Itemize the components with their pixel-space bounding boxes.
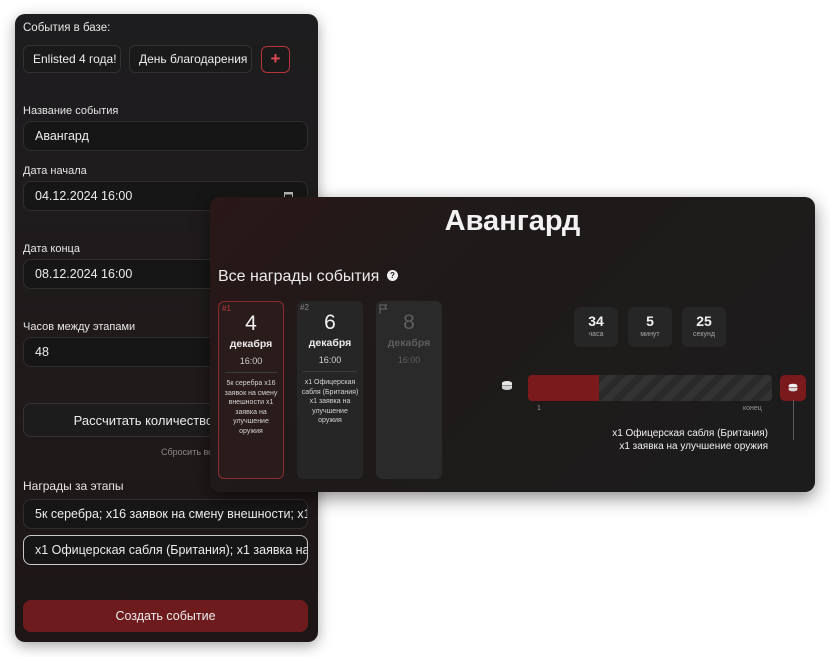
start-date-label: Дата начала xyxy=(23,165,87,177)
stage-rewards: 5к серебра x16 заявок на смену внешности… xyxy=(224,380,278,435)
stage-rewards: x1 Офицерская сабля (Британия) x1 заявка… xyxy=(301,379,359,425)
event-chip-thanksgiving[interactable]: День благодарения xyxy=(129,45,252,73)
stage-month: декабря xyxy=(229,338,273,350)
event-name-input[interactable]: Авангард xyxy=(23,121,308,151)
create-event-button[interactable]: Создать событие xyxy=(23,600,308,632)
event-preview-panel: Авангард Все награды события ? #1 4 дека… xyxy=(210,197,815,492)
countdown-seconds-value: 25 xyxy=(696,313,712,329)
event-chip-enlisted[interactable]: Enlisted 4 года! xyxy=(23,45,121,73)
tooltip-line-2: x1 заявка на улучшение оружия xyxy=(619,441,768,452)
countdown-hours-unit: часа xyxy=(588,331,604,338)
stage-card-1[interactable]: #1 4 декабря 16:00 5к серебра x16 заявок… xyxy=(218,301,284,479)
help-icon[interactable]: ? xyxy=(387,270,398,281)
countdown-minutes-value: 5 xyxy=(646,313,654,329)
progress-start-label: 1 xyxy=(537,405,541,412)
add-event-button[interactable]: + xyxy=(261,46,290,73)
stage-month: декабря xyxy=(308,337,352,349)
coins-icon xyxy=(502,381,512,390)
stage-progress-bar xyxy=(528,375,772,401)
stage-number: #1 xyxy=(222,304,231,313)
flag-icon xyxy=(379,304,388,314)
countdown-seconds: 25 секунд xyxy=(682,307,726,347)
countdown-hours-value: 34 xyxy=(588,313,604,329)
event-title: Авангард xyxy=(444,205,581,237)
events-in-db-label: События в базе: xyxy=(23,22,111,34)
stage-day: 4 xyxy=(245,312,257,335)
end-date-label: Дата конца xyxy=(23,243,80,255)
all-rewards-heading: Все награды события xyxy=(218,268,380,285)
stage-rewards-label: Награды за этапы xyxy=(23,479,124,493)
countdown-minutes: 5 минут xyxy=(628,307,672,347)
stage-card-2[interactable]: #2 6 декабря 16:00 x1 Офицерская сабля (… xyxy=(297,301,363,479)
stage-month: декабря xyxy=(387,337,431,349)
stage-day: 8 xyxy=(403,311,415,334)
coins-icon xyxy=(788,383,798,392)
countdown-minutes-unit: минут xyxy=(640,331,660,338)
final-reward-button[interactable] xyxy=(780,375,806,401)
event-name-label: Название события xyxy=(23,105,119,117)
stage-card-final[interactable]: 8 декабря 16:00 xyxy=(376,301,442,479)
start-date-value: 04.12.2024 16:00 xyxy=(35,189,133,203)
stage-time: 16:00 xyxy=(397,355,421,365)
stage-reward-input-1[interactable]: 5к серебра; x16 заявок на смену внешност… xyxy=(23,499,308,529)
stage-number: #2 xyxy=(300,303,309,312)
countdown-seconds-unit: секунд xyxy=(693,331,715,338)
tooltip-connector xyxy=(793,400,794,440)
hours-between-stages-label: Часов между этапами xyxy=(23,321,136,333)
stage-progress-fill xyxy=(528,375,599,401)
stage-reward-input-2[interactable]: x1 Офицерская сабля (Британия); x1 заявк… xyxy=(23,535,308,565)
progress-end-label: конец xyxy=(743,405,762,412)
countdown-hours: 34 часа xyxy=(574,307,618,347)
final-reward-tooltip: x1 Офицерская сабля (Британия) x1 заявка… xyxy=(612,427,768,453)
stage-time: 16:00 xyxy=(303,355,357,372)
stage-time: 16:00 xyxy=(225,356,277,373)
stage-day: 6 xyxy=(324,311,336,334)
tooltip-line-1: x1 Офицерская сабля (Британия) xyxy=(612,428,768,439)
